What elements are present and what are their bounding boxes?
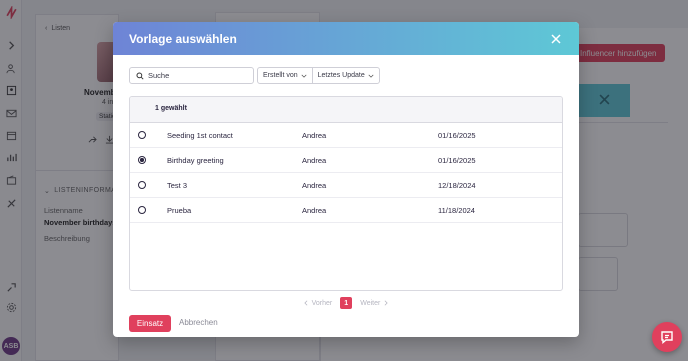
chevron-right-icon <box>384 300 389 306</box>
pagination: Vorher 1 Weiter <box>113 297 579 309</box>
pagination-next-label: Weiter <box>360 299 381 307</box>
row-radio[interactable] <box>138 131 146 139</box>
template-name: Test 3 <box>167 181 188 190</box>
modal-title: Vorlage auswählen <box>129 31 237 46</box>
chevron-left-icon <box>303 300 308 306</box>
template-date: 11/18/2024 <box>438 206 475 215</box>
filter-last-update[interactable]: Letztes Update <box>311 68 379 83</box>
selected-count: 1 gewählt <box>155 105 187 112</box>
apply-button[interactable]: Einsatz <box>129 315 171 332</box>
table-row[interactable]: Prueba Andrea 11/18/2024 <box>130 198 562 223</box>
row-radio[interactable] <box>138 181 146 189</box>
template-owner: Andrea <box>302 156 327 165</box>
template-owner: Andrea <box>302 181 327 190</box>
search-icon <box>136 71 144 80</box>
table-row[interactable]: Seeding 1st contact Andrea 01/16/2025 <box>130 123 562 148</box>
table-row[interactable]: Test 3 Andrea 12/18/2024 <box>130 173 562 198</box>
pagination-page-current[interactable]: 1 <box>340 297 353 309</box>
filter-created-by[interactable]: Erstellt von <box>258 68 312 83</box>
chevron-down-icon <box>368 74 374 78</box>
table-row[interactable]: Birthday greeting Andrea 01/16/2025 <box>130 148 562 173</box>
template-date: 12/18/2024 <box>438 181 476 190</box>
filter-group: Erstellt von Letztes Update <box>257 67 380 84</box>
chat-icon <box>661 331 673 344</box>
template-name: Birthday greeting <box>167 156 224 165</box>
modal-header: Vorlage auswählen <box>113 22 579 55</box>
pagination-prev[interactable]: Vorher <box>303 299 333 307</box>
chevron-down-icon <box>301 74 307 78</box>
row-radio[interactable] <box>138 156 146 164</box>
select-template-modal: Vorlage auswählen Erstellt von Letztes U… <box>113 22 579 337</box>
template-owner: Andrea <box>302 131 327 140</box>
cancel-button[interactable]: Abbrechen <box>179 318 218 327</box>
search-input[interactable] <box>148 71 248 80</box>
template-date: 01/16/2025 <box>438 131 476 140</box>
template-owner: Andrea <box>302 206 327 215</box>
filter-last-update-label: Letztes Update <box>317 72 365 79</box>
template-name: Seeding 1st contact <box>167 131 233 140</box>
search-box[interactable] <box>129 67 254 84</box>
template-date: 01/16/2025 <box>438 156 476 165</box>
pagination-prev-label: Vorher <box>311 299 333 307</box>
pagination-next[interactable]: Weiter <box>360 300 389 307</box>
row-radio[interactable] <box>138 206 146 214</box>
filter-created-by-label: Erstellt von <box>263 72 298 79</box>
template-name: Prueba <box>167 206 192 215</box>
chat-widget-button[interactable] <box>652 322 682 352</box>
template-table: 1 gewählt Seeding 1st contact Andrea 01/… <box>129 96 563 291</box>
close-icon[interactable] <box>549 32 562 45</box>
table-header: 1 gewählt <box>130 97 562 123</box>
